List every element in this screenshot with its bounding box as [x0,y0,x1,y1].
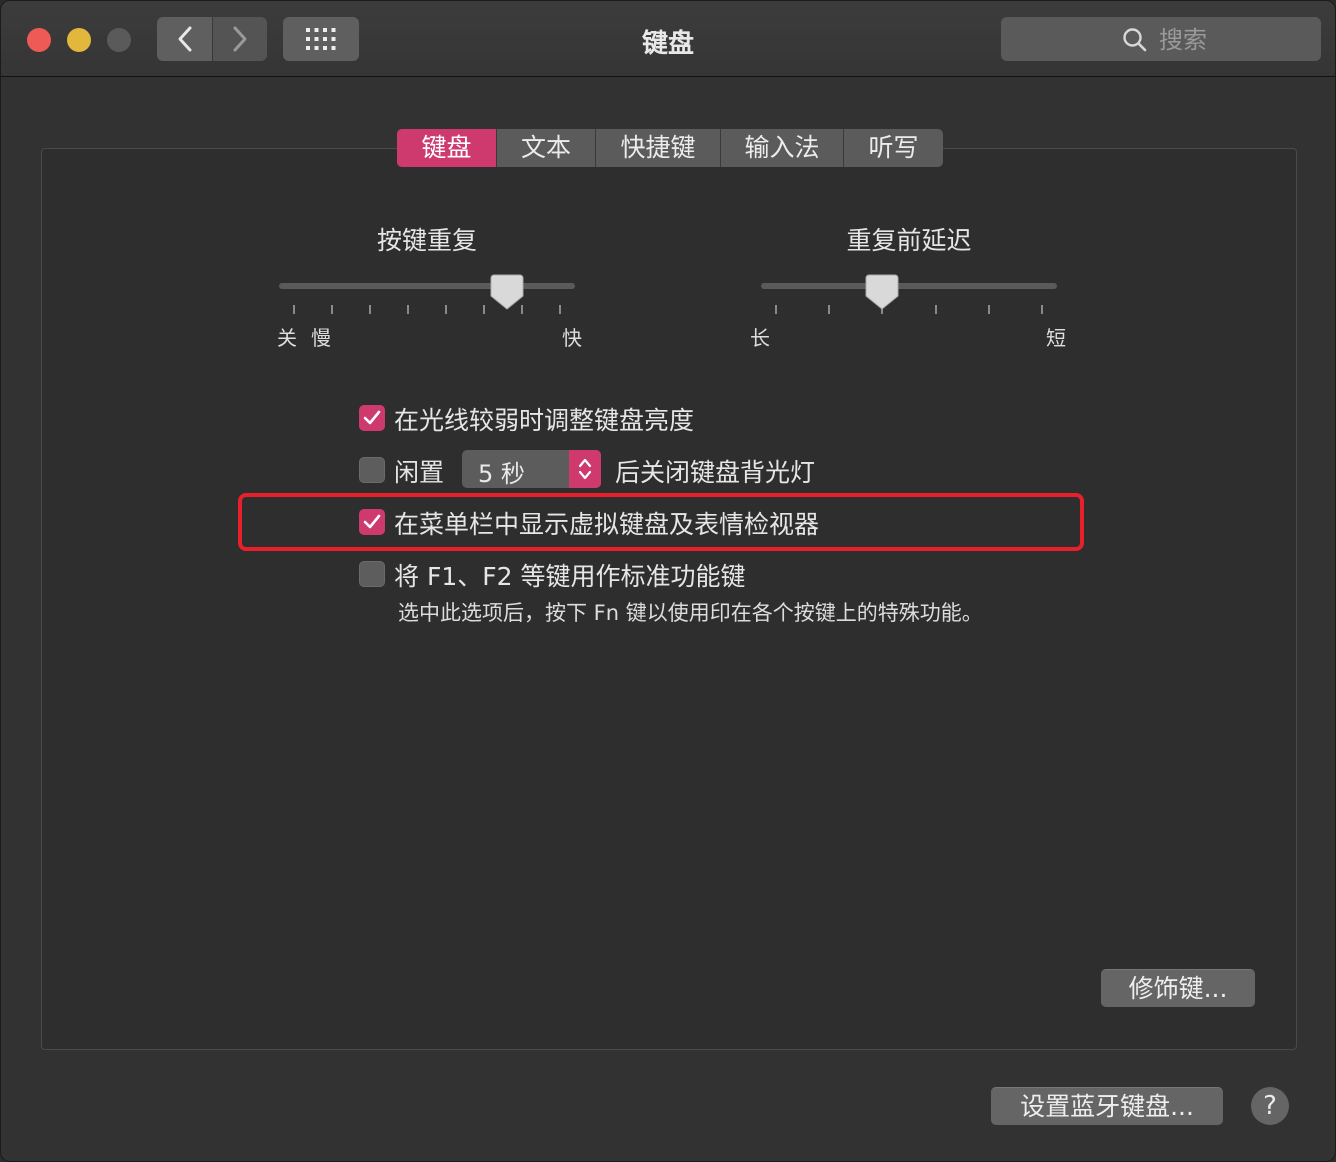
show-viewer-label: 在菜单栏中显示虚拟键盘及表情检视器 [394,510,820,539]
checkmark-icon [363,410,381,425]
fn-keys-checkbox[interactable] [359,561,385,587]
key-repeat-slow-label: 慢 [311,326,331,350]
help-button[interactable]: ? [1251,1087,1289,1125]
search-input[interactable] [1157,23,1311,57]
delay-until-repeat-title: 重复前延迟 [846,226,972,255]
adjust-brightness-label: 在光线较弱时调整键盘亮度 [394,406,695,435]
search-icon [1123,28,1147,52]
idle-duration-value: 5 秒 [478,460,525,488]
tab-shortcuts[interactable]: 快捷键 [596,129,721,167]
idle-duration-select[interactable]: 5 秒 [462,450,601,488]
fn-keys-description: 选中此选项后，按下 Fn 键以使用印在各个按键上的特殊功能。 [398,601,983,625]
modifier-keys-button[interactable]: 修饰键... [1101,969,1255,1007]
idle-label: 闲置 [394,458,445,487]
title-bar: 键盘 [1,1,1335,77]
tab-text[interactable]: 文本 [497,129,596,167]
key-repeat-slider-track[interactable] [279,283,575,289]
delay-long-label: 长 [750,326,770,350]
show-viewer-checkbox[interactable] [359,509,385,535]
key-repeat-title: 按键重复 [376,226,477,255]
fn-keys-label: 将 F1、F2 等键用作标准功能键 [394,562,746,591]
tab-input-sources[interactable]: 输入法 [721,129,844,167]
adjust-brightness-checkbox[interactable] [359,405,385,431]
delay-short-label: 短 [1046,326,1066,350]
search-field[interactable] [1001,17,1321,61]
key-repeat-fast-label: 快 [562,326,582,350]
setup-bluetooth-keyboard-button[interactable]: 设置蓝牙键盘... [991,1087,1223,1125]
key-repeat-off-label: 关 [277,326,297,350]
checkmark-icon [363,514,381,529]
tab-bar: 键盘 文本 快捷键 输入法 听写 [397,129,943,167]
tab-dictation[interactable]: 听写 [844,129,943,167]
idle-after-label: 后关闭键盘背光灯 [615,458,816,487]
delay-slider-track[interactable] [761,283,1057,289]
updown-arrows-icon [569,450,601,488]
idle-backlight-checkbox[interactable] [359,457,385,483]
keyboard-preferences-window: 键盘 键盘 文本 快捷键 输入法 听写 按键重复 关 慢 快 重复前延迟 [0,0,1336,1162]
delay-slider-thumb[interactable] [865,274,899,310]
key-repeat-slider-thumb[interactable] [490,274,524,310]
tab-keyboard[interactable]: 键盘 [397,129,497,167]
